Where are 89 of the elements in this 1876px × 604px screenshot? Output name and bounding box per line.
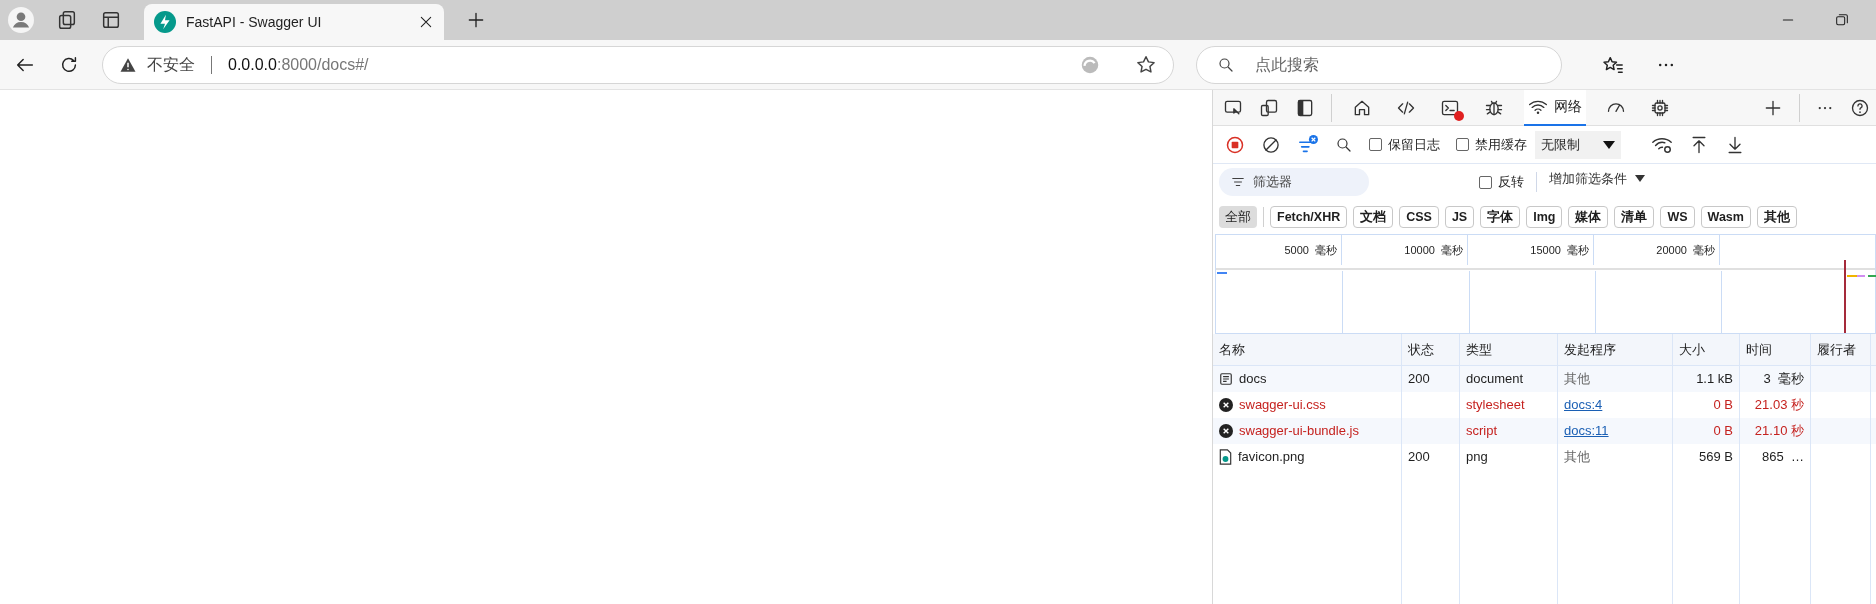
lightning-logo-icon bbox=[154, 11, 176, 33]
search-input[interactable]: 点此搜索 bbox=[1255, 52, 1541, 77]
checkbox[interactable] bbox=[1369, 138, 1382, 151]
search-icon[interactable] bbox=[1335, 135, 1353, 154]
filter-input[interactable]: 筛选器 bbox=[1253, 172, 1343, 192]
initiator-text: 其他 bbox=[1564, 370, 1590, 389]
timeline-tick-label: 10000 毫秒 bbox=[1404, 242, 1463, 258]
request-type: script bbox=[1466, 422, 1498, 441]
tab-title: FastAPI - Swagger UI bbox=[186, 12, 323, 32]
request-name: favicon.png bbox=[1238, 448, 1305, 467]
dropdown-triangle-icon bbox=[1635, 175, 1645, 183]
type-filter-chip[interactable]: JS bbox=[1444, 206, 1475, 228]
request-row[interactable]: docs 200 document 其他 1.1 kB 3 毫秒 bbox=[1213, 366, 1876, 392]
help-icon[interactable] bbox=[1850, 97, 1870, 118]
type-filter-chip[interactable]: Wasm bbox=[1700, 206, 1751, 228]
type-filter-chip[interactable]: Fetch/XHR bbox=[1270, 206, 1348, 228]
url-text: 0.0.0.0:8000/docs#/ bbox=[228, 54, 369, 75]
filter-icon[interactable] bbox=[1297, 134, 1319, 155]
column-header[interactable]: 时间 bbox=[1740, 334, 1811, 365]
checkbox-label: 禁用缓存 bbox=[1475, 135, 1527, 154]
initiator-text: 其他 bbox=[1564, 448, 1590, 467]
search-icon bbox=[1217, 55, 1235, 74]
status-code: 200 bbox=[1408, 448, 1430, 467]
filter-field[interactable]: 筛选器 bbox=[1219, 168, 1369, 196]
request-size: 1.1 kB bbox=[1696, 370, 1733, 389]
type-filter-chip[interactable]: 媒体 bbox=[1568, 206, 1609, 228]
close-icon[interactable] bbox=[418, 14, 434, 30]
image-file-icon bbox=[1219, 449, 1232, 465]
profile-avatar-icon[interactable] bbox=[8, 7, 34, 33]
request-size: 569 B bbox=[1699, 448, 1733, 467]
document-icon bbox=[1219, 372, 1233, 386]
type-filter-chip[interactable]: 文档 bbox=[1353, 206, 1394, 228]
restore-icon[interactable] bbox=[1834, 12, 1850, 28]
column-header[interactable]: 名称 bbox=[1213, 334, 1402, 365]
type-filter-chip[interactable]: 其他 bbox=[1756, 206, 1797, 228]
status-code: 200 bbox=[1408, 370, 1430, 389]
request-name: swagger-ui-bundle.js bbox=[1239, 422, 1359, 441]
request-name: docs bbox=[1239, 370, 1267, 389]
throttling-select[interactable]: 无限制 bbox=[1535, 130, 1621, 159]
timeline-tick-label: 15000 毫秒 bbox=[1530, 242, 1589, 258]
request-type: stylesheet bbox=[1466, 396, 1525, 415]
tab-actions-icon[interactable] bbox=[100, 9, 122, 31]
dock-side-icon[interactable] bbox=[1295, 97, 1315, 118]
request-name: swagger-ui.css bbox=[1239, 396, 1326, 415]
type-filter-chip[interactable]: 清单 bbox=[1614, 206, 1655, 228]
workspaces-icon[interactable] bbox=[56, 9, 78, 31]
column-header[interactable]: 发起程序 bbox=[1558, 334, 1673, 365]
checkbox[interactable] bbox=[1479, 175, 1492, 189]
request-time: 21.10 秒 bbox=[1754, 422, 1804, 441]
chip-icon bbox=[1650, 97, 1670, 118]
type-filter-chip[interactable]: Img bbox=[1526, 206, 1563, 228]
checkbox-label: 保留日志 bbox=[1388, 135, 1440, 154]
devtools-tab[interactable]: 网络 bbox=[1524, 90, 1586, 126]
type-filter-chip[interactable]: WS bbox=[1660, 206, 1695, 228]
request-type: png bbox=[1466, 448, 1488, 467]
favorite-star-icon[interactable] bbox=[1135, 53, 1157, 76]
timeline-tick-label: 20000 毫秒 bbox=[1656, 242, 1715, 258]
request-time: 3 毫秒 bbox=[1763, 370, 1804, 389]
error-icon bbox=[1219, 424, 1233, 438]
address-bar[interactable]: 不安全 0.0.0.0:8000/docs#/ bbox=[102, 45, 1174, 84]
initiator-link[interactable]: docs:11 bbox=[1564, 421, 1609, 441]
device-icon[interactable] bbox=[1259, 97, 1279, 118]
initiator-link[interactable]: docs:4 bbox=[1564, 395, 1603, 415]
type-filter-chip[interactable]: 字体 bbox=[1480, 206, 1521, 228]
checkbox[interactable] bbox=[1456, 138, 1469, 151]
timeline-tick-label: 5000 毫秒 bbox=[1284, 242, 1337, 258]
column-header[interactable]: 状态 bbox=[1402, 334, 1460, 365]
search-field[interactable]: 点此搜索 bbox=[1196, 45, 1562, 84]
request-size: 0 B bbox=[1713, 396, 1733, 415]
record-icon[interactable] bbox=[1225, 134, 1245, 155]
filter-lines-icon bbox=[1231, 175, 1245, 189]
checkbox-label: 反转 bbox=[1498, 173, 1524, 192]
browser-tab[interactable]: FastAPI - Swagger UI bbox=[144, 4, 444, 40]
request-size: 0 B bbox=[1713, 422, 1733, 441]
request-row[interactable]: swagger-ui-bundle.js script docs:11 0 B 21.10 秒 bbox=[1213, 418, 1876, 444]
dropdown-triangle-icon bbox=[1603, 139, 1615, 150]
security-label: 不安全 bbox=[147, 54, 195, 75]
column-header[interactable]: 大小 bbox=[1673, 334, 1740, 365]
type-filter-chip[interactable]: 全部 bbox=[1219, 206, 1257, 228]
add-filter-button[interactable]: 增加筛选条件 bbox=[1549, 169, 1645, 189]
type-filter-chip[interactable]: CSS bbox=[1399, 206, 1439, 228]
clear-icon[interactable] bbox=[1261, 134, 1281, 155]
column-header[interactable]: 类型 bbox=[1460, 334, 1558, 365]
request-type: document bbox=[1466, 370, 1524, 389]
error-icon bbox=[1219, 398, 1233, 412]
new-tab-icon[interactable] bbox=[466, 10, 486, 30]
column-header[interactable]: 履行者 bbox=[1811, 334, 1871, 365]
request-time: 21.03 秒 bbox=[1754, 396, 1804, 415]
request-time: 865 … bbox=[1762, 448, 1804, 467]
